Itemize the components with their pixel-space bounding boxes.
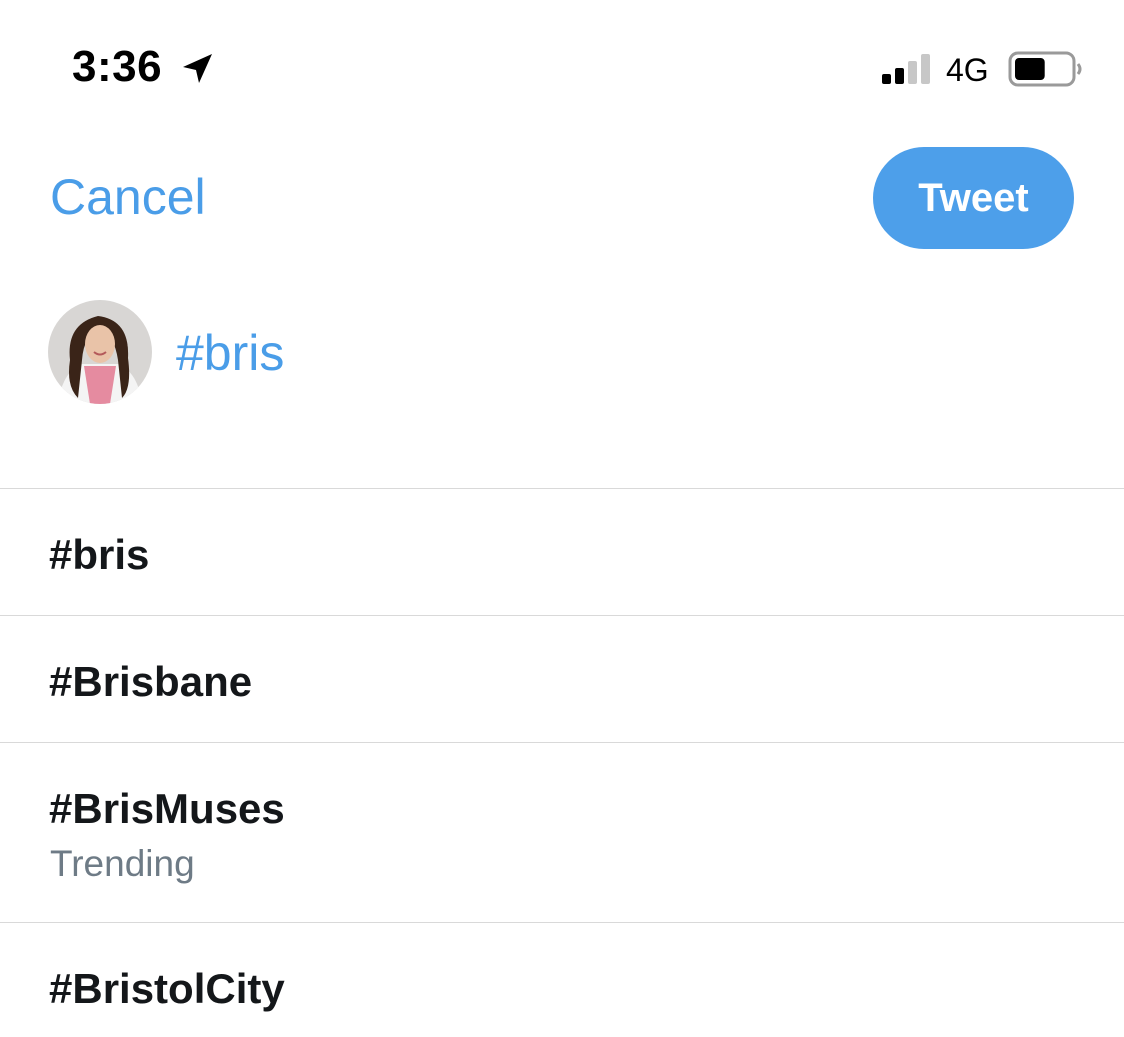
location-arrow-icon xyxy=(183,54,212,83)
suggestion-hashtag: #Brisbane xyxy=(49,658,253,705)
tweet-button[interactable]: Tweet xyxy=(873,147,1074,249)
suggestion-hashtag: #BrisMuses xyxy=(49,785,285,832)
hashtag-suggestions-list: #bris #Brisbane #BrisMuses Trending #Bri… xyxy=(0,488,1124,1037)
avatar-image xyxy=(48,300,152,404)
status-bar: 3:36 4G xyxy=(0,0,1124,120)
suggestion-hashtag: #bris xyxy=(49,531,150,578)
battery-icon xyxy=(1008,51,1082,87)
suggestion-subtitle: Trending xyxy=(50,843,195,884)
cancel-button[interactable]: Cancel xyxy=(50,168,206,226)
suggestion-hashtag: #BristolCity xyxy=(49,965,285,1012)
status-time: 3:36 xyxy=(72,42,163,91)
compose-input[interactable]: #bris xyxy=(176,324,284,382)
avatar[interactable] xyxy=(48,300,152,404)
suggestion-item-bristolcity[interactable]: #BristolCity xyxy=(0,923,1124,1037)
suggestion-item-brisbane[interactable]: #Brisbane xyxy=(0,616,1124,742)
suggestion-item-bris[interactable]: #bris xyxy=(0,489,1124,615)
suggestion-item-brismuses[interactable]: #BrisMuses Trending xyxy=(0,743,1124,922)
network-type-label: 4G xyxy=(946,52,989,88)
cellular-signal-icon xyxy=(882,54,930,84)
